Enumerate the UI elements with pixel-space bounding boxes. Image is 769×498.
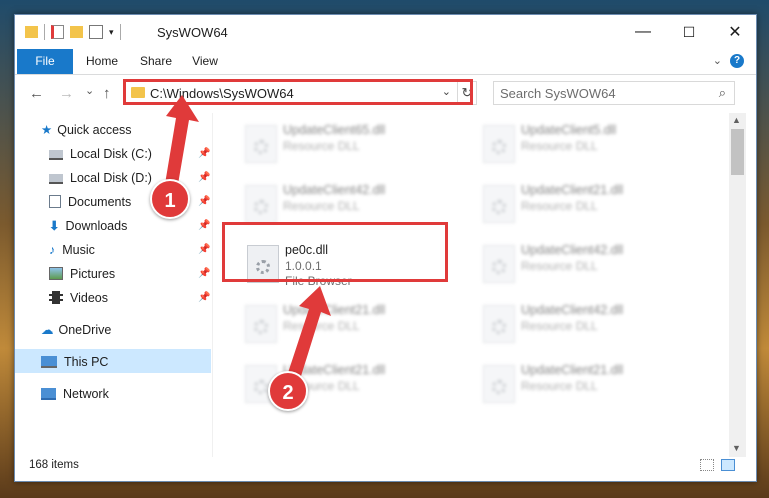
step-2-badge: 2 (268, 371, 308, 411)
step-1-badge: 1 (150, 179, 190, 219)
annotation-arrows (163, 95, 331, 389)
